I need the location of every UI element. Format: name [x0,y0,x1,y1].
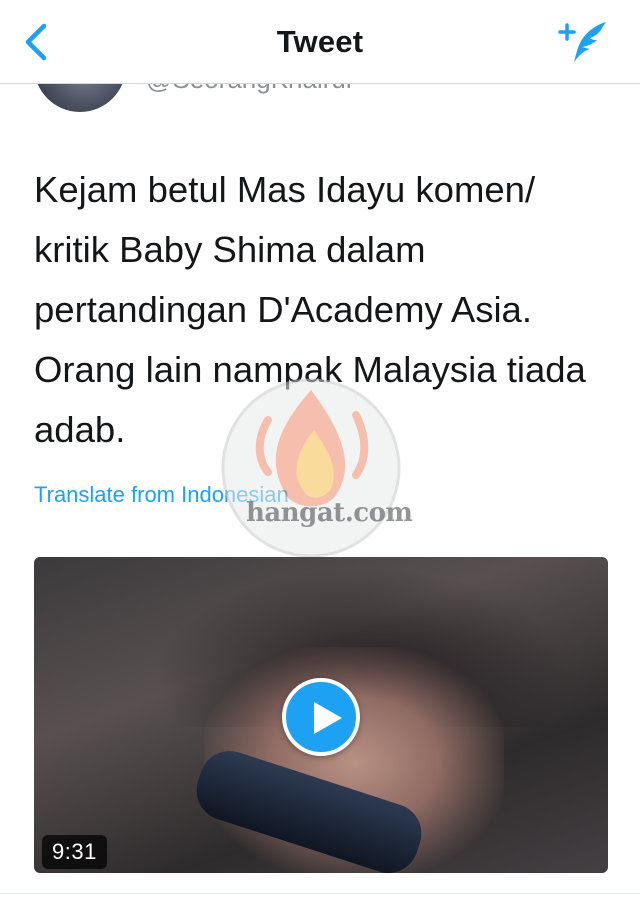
watermark-text: hangat.com [246,498,413,528]
tweet-text-line: Kejam betul Mas Idayu komen/ [34,169,536,210]
divider [0,893,640,894]
page-title: Tweet [276,24,364,59]
tweet-text-line: adab. [34,409,126,450]
tweet-text: Kejam betul Mas Idayu komen/ kritik Baby… [34,160,624,460]
video-duration: 9:31 [42,835,107,869]
compose-feather-icon[interactable] [556,18,612,66]
navigation-bar: Tweet [0,0,640,84]
video-player[interactable]: 9:31 [34,557,608,873]
tweet-detail: @SeorangKhairul Kejam betul Mas Idayu ko… [0,0,640,907]
play-icon [314,702,342,734]
play-button[interactable] [282,678,360,756]
tweet-text-line: pertandingan D'Academy Asia. [34,289,532,330]
tweet-text-line: kritik Baby Shima dalam [34,229,426,270]
tweet-text-line: Orang lain nampak Malaysia tiada [34,349,586,390]
